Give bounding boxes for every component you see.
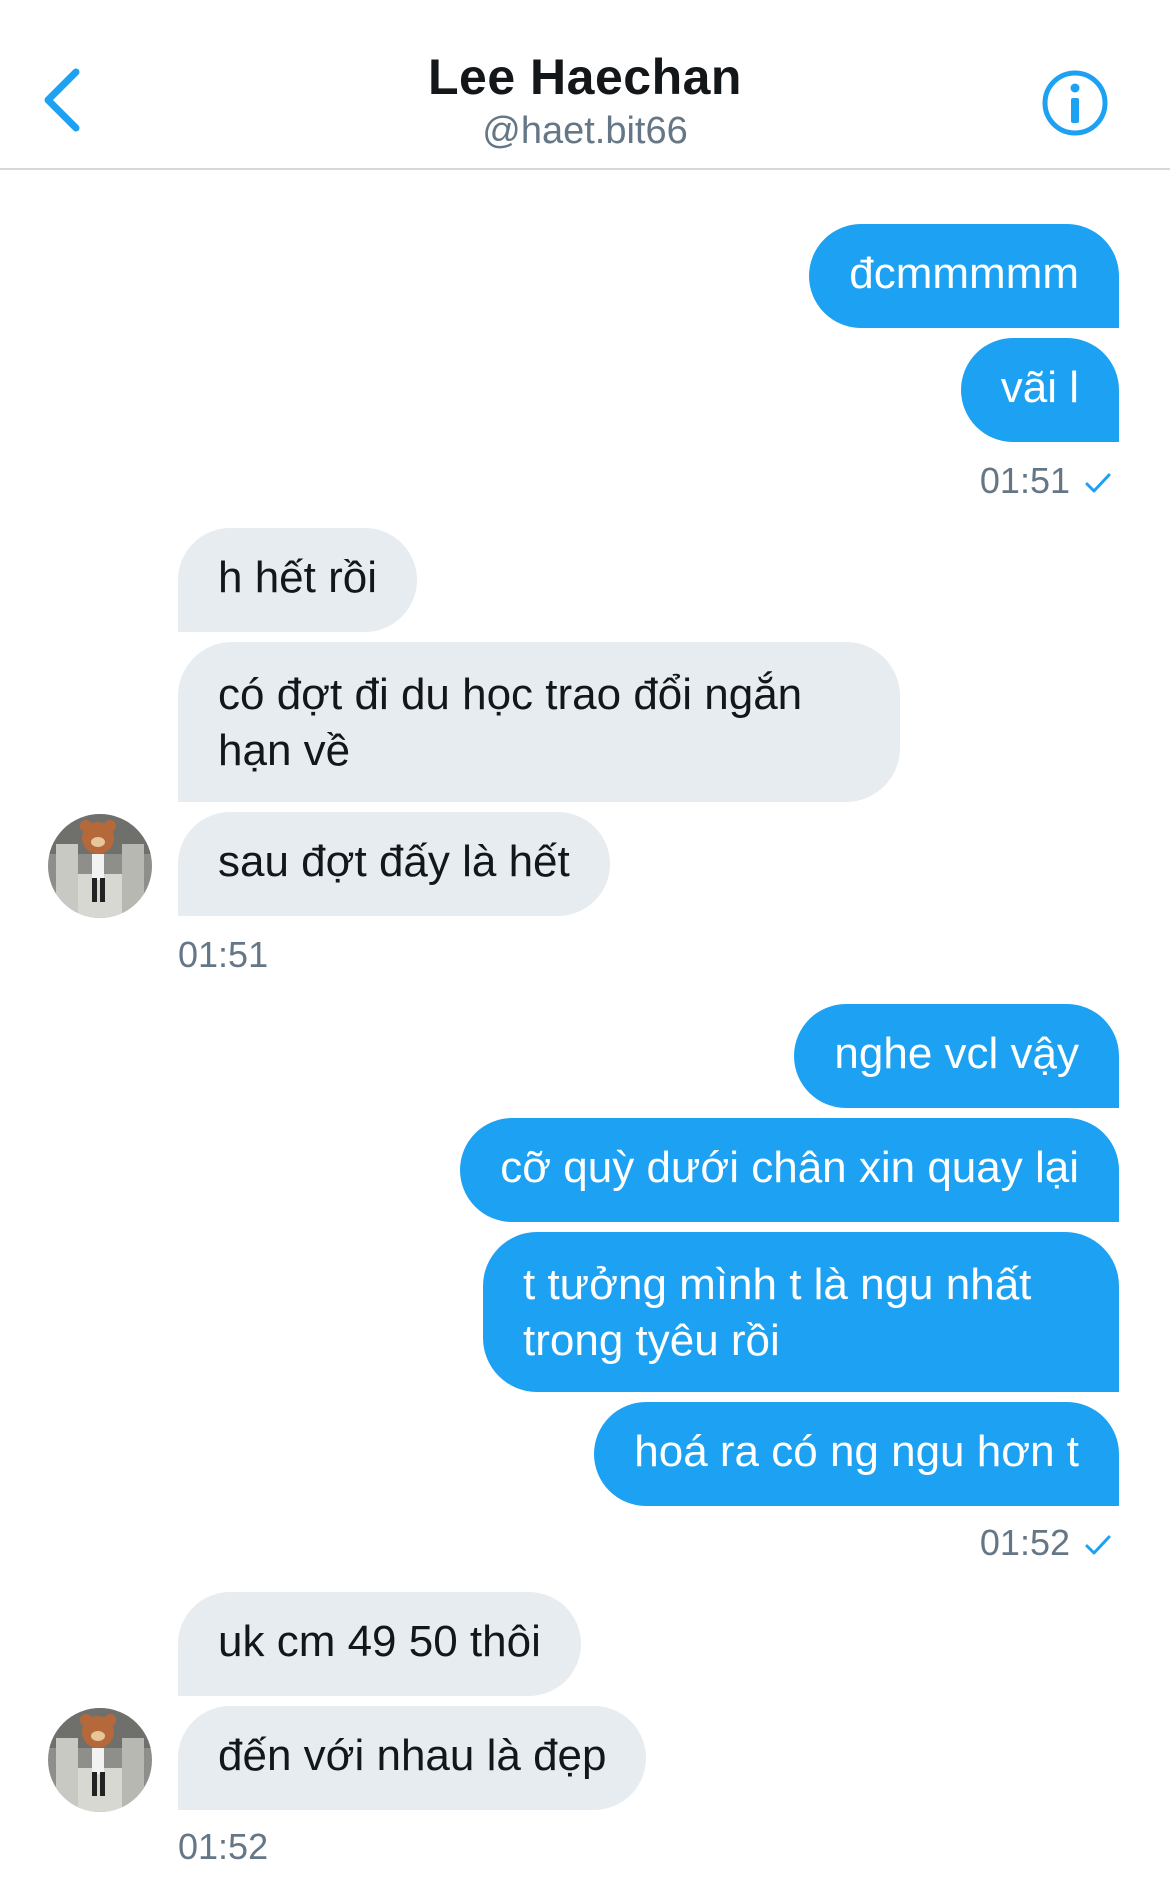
avatar[interactable] [48,814,152,918]
avatar[interactable] [48,1708,152,1812]
avatar-image [48,1708,152,1812]
message-timestamp: 01:52 [980,1522,1112,1564]
received-message-bubble[interactable]: sau đợt đấy là hết [178,812,610,916]
avatar-image [48,814,152,918]
conversation-handle: @haet.bit66 [482,110,688,152]
conversation-title[interactable]: Lee Haechan [0,48,1170,106]
sent-message-bubble[interactable]: hoá ra có ng ngu hơn t [594,1402,1119,1506]
timestamp-text: 01:52 [979,1522,1070,1563]
info-circle-icon [1042,70,1108,136]
message-timestamp: 01:51 [178,934,269,975]
received-message-bubble[interactable]: h hết rồi [178,528,417,632]
message-timestamp: 01:51 [980,460,1112,502]
received-message-bubble[interactable]: uk cm 49 50 thôi [178,1592,581,1696]
check-icon [1085,473,1111,493]
sent-message-bubble[interactable]: đcmmmmm [809,224,1119,328]
received-message-bubble[interactable]: đến với nhau là đẹp [178,1706,647,1810]
message-timestamp: 01:52 [178,1826,269,1867]
received-message-bubble[interactable]: có đợt đi du học trao đổi ngắn hạn về [178,642,900,802]
check-icon [1085,1535,1111,1555]
sent-message-bubble[interactable]: vãi l [960,338,1119,442]
sent-message-bubble[interactable]: t tưởng mình t là ngu nhất trong tyêu rồ… [483,1232,1119,1392]
timestamp-text: 01:51 [979,460,1070,501]
conversation-header: Lee Haechan @haet.bit66 [0,0,1170,170]
sent-message-bubble[interactable]: cỡ quỳ dưới chân xin quay lại [460,1118,1119,1222]
info-button[interactable] [1040,68,1110,138]
sent-message-bubble[interactable]: nghe vcl vậy [794,1004,1119,1108]
